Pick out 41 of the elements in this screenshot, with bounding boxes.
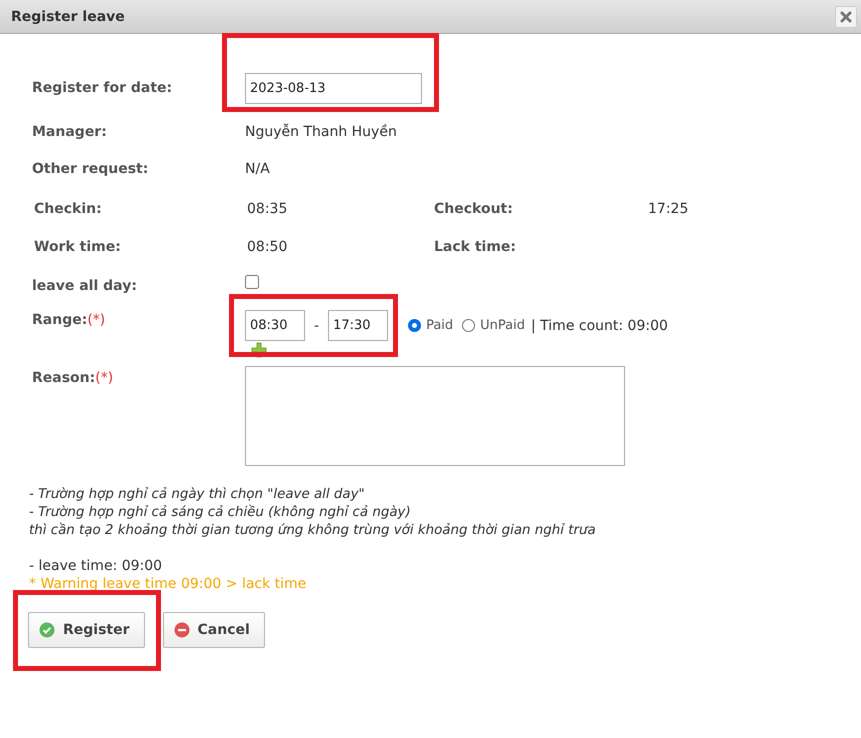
field-label: Range:(*) [32,311,106,328]
time-field[interactable]: 17:30 [328,310,388,341]
radio-button[interactable] [408,319,422,332]
field-value: 17:25 [648,201,690,217]
checkbox[interactable] [245,275,259,289]
field-label: Reason:(*) [32,369,114,386]
note-text: thì cần tạo 2 khoảng thời gian tương ứng không trùng với khoảng thời gian nghỉ trưa [29,522,597,540]
field-value: Nguyễn Thanh Huyền [245,124,397,140]
radio-button[interactable] [462,319,476,332]
check-icon [39,622,55,638]
reason-field[interactable] [245,366,625,466]
register-button[interactable]: Register [28,612,145,648]
radio-option[interactable]: UnPaid [462,318,525,333]
time-field[interactable]: 08:30 [245,310,305,341]
field-label: Lack time: [434,239,518,255]
range-separator: - [313,318,320,334]
time-count: | Time count: 09:00 [531,318,668,334]
window-title: Register leave [11,8,125,24]
date-field[interactable]: 2023-08-13 [245,72,422,104]
required-mark: (*) [95,370,114,386]
field-label: Checkout: [434,201,514,217]
field-label: Other request: [32,160,150,176]
field-value: 08:50 [247,239,288,255]
add-icon[interactable] [251,342,267,358]
leave-time-text: - leave time: 09:00 [29,557,164,575]
field-label: Checkin: [34,201,103,217]
cancel-button[interactable]: Cancel [162,612,265,648]
field-value: 08:35 [247,201,288,217]
field-label: Register for date: [32,80,174,96]
minus-icon [174,622,190,638]
close-icon [840,10,852,22]
field-label: Manager: [32,124,108,140]
radio-option[interactable]: Paid [408,318,454,333]
note-text: - Trường hợp nghỉ cả ngày thì chọn "leave all day" [29,486,366,504]
warning-text: * Warning leave time 09:00 > lack time [29,575,308,593]
required-mark: (*) [87,312,106,328]
close-button[interactable] [835,6,857,28]
note-text: - Trường hợp nghỉ cả sáng cả chiều (không nghỉ cả ngày) [29,504,412,522]
field-value: N/A [245,160,270,176]
field-label: Work time: [34,239,122,255]
field-label: leave all day: [32,278,138,294]
